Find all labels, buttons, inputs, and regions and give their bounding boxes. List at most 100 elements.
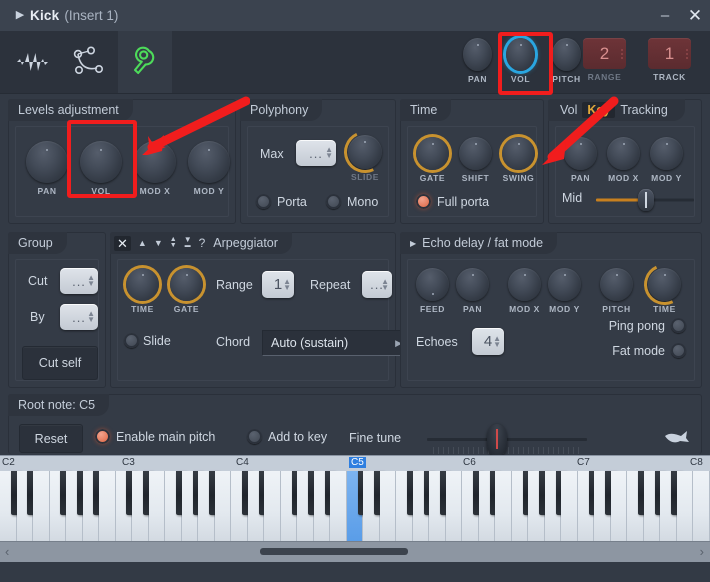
- group-cut-stepper[interactable]: ... ▲ ▼: [60, 268, 98, 294]
- toolbar-pan-knob[interactable]: PAN: [463, 38, 492, 84]
- cut-self-button[interactable]: Cut self: [22, 346, 98, 380]
- piano-key-e4[interactable]: [264, 471, 281, 541]
- keytracking-modx-knob[interactable]: MOD X: [607, 137, 640, 183]
- hand-pointer-icon[interactable]: [663, 425, 691, 454]
- levels-body: PAN VOL MOD X MOD Y: [9, 122, 235, 223]
- keytracking-mody-knob[interactable]: MOD Y: [650, 137, 683, 183]
- piano-key-e5[interactable]: [379, 471, 397, 541]
- piano-keyboard[interactable]: [0, 471, 710, 541]
- minimize-button[interactable]: –: [650, 0, 680, 31]
- slider-handle[interactable]: [638, 189, 654, 211]
- arp-off-icon[interactable]: ✕: [114, 235, 131, 251]
- levels-pan-knob[interactable]: PAN: [26, 141, 68, 196]
- octave-label-c3: C3: [122, 457, 135, 468]
- arp-updown-icon[interactable]: ▲ ▼: [170, 236, 177, 249]
- track-field[interactable]: 1 TRACK: [648, 38, 691, 82]
- reset-button[interactable]: Reset: [19, 424, 83, 453]
- echo-modx-knob[interactable]: MOD X: [508, 268, 541, 314]
- time-shift-knob[interactable]: SHIFT: [459, 137, 492, 183]
- wrench-icon[interactable]: [118, 31, 172, 93]
- piano-key-e3[interactable]: [148, 471, 166, 541]
- arp-time-label: TIME: [131, 304, 154, 314]
- add-to-key-toggle[interactable]: Add to key: [247, 429, 327, 444]
- waveform-icon[interactable]: [6, 31, 60, 93]
- chevron-right-icon[interactable]: ›: [700, 544, 704, 559]
- piano-key-b6[interactable]: [561, 471, 578, 541]
- stepper-dots-icon: [621, 48, 623, 59]
- keytracking-slider[interactable]: [596, 189, 694, 211]
- piano-key-e6[interactable]: [495, 471, 512, 541]
- fat-mode-toggle[interactable]: Fat mode: [612, 343, 686, 358]
- fat-mode-label: Fat mode: [612, 343, 665, 358]
- piano-key-b3[interactable]: [214, 471, 232, 541]
- arp-updown-bounce-icon[interactable]: ▼ ▬: [184, 236, 192, 250]
- porta-toggle[interactable]: Porta: [256, 194, 307, 209]
- group-cut-label: Cut: [28, 274, 48, 288]
- fine-tune-slider[interactable]: [427, 423, 587, 457]
- scrollbar-thumb[interactable]: [260, 548, 408, 555]
- piano-key-b4[interactable]: [330, 471, 347, 541]
- expand-arrow-icon[interactable]: ▶: [10, 10, 30, 21]
- piano-key-e2[interactable]: [33, 471, 50, 541]
- echo-mody-knob[interactable]: MOD Y: [548, 268, 581, 314]
- toolbar-pitch-knob[interactable]: PITCH: [552, 38, 581, 84]
- tab-vol[interactable]: Vol: [555, 102, 582, 118]
- echo-expand-icon[interactable]: ▶: [410, 239, 416, 248]
- time-shift-label: SHIFT: [461, 173, 490, 183]
- keyboard-scrollbar[interactable]: ‹ ›: [0, 541, 710, 562]
- time-gate-knob[interactable]: GATE: [416, 137, 449, 183]
- piano-key-e7[interactable]: [610, 471, 628, 541]
- arp-random-icon[interactable]: ?: [199, 236, 206, 250]
- group-by-stepper[interactable]: ... ▲ ▼: [60, 304, 98, 330]
- toolbar-vol-knob[interactable]: VOL: [506, 38, 535, 84]
- echo-pitch-knob[interactable]: PITCH: [600, 268, 633, 314]
- arp-up-icon[interactable]: ▲: [138, 238, 147, 248]
- time-swing-knob[interactable]: SWING: [502, 137, 535, 183]
- echoes-stepper[interactable]: 4 ▲ ▼: [472, 328, 504, 355]
- arp-range-stepper[interactable]: 1 ▲ ▼: [262, 271, 294, 298]
- arp-chord-select[interactable]: Auto (sustain) ▶: [262, 330, 410, 356]
- arp-repeat-stepper[interactable]: ... ▲ ▼: [362, 271, 392, 298]
- stepper-arrows-icon: ▲ ▼: [87, 309, 95, 324]
- full-porta-toggle[interactable]: Full porta: [416, 194, 489, 209]
- echo-pan-knob[interactable]: PAN: [456, 268, 489, 314]
- close-button[interactable]: ✕: [680, 0, 710, 31]
- chevron-left-icon[interactable]: ‹: [5, 544, 9, 559]
- arpeggiator-header: ✕ ▲ ▼ ▲ ▼ ▼ ▬ ? Arpeggiator: [110, 232, 292, 254]
- arp-gate-knob[interactable]: GATE: [170, 268, 203, 314]
- porta-label: Porta: [277, 194, 307, 209]
- envelope-icon[interactable]: [62, 31, 116, 93]
- polyphony-max-stepper[interactable]: ... ▲ ▼: [296, 140, 336, 166]
- arp-down-icon[interactable]: ▼: [154, 238, 163, 248]
- echo-feed-knob[interactable]: FEED: [416, 268, 449, 314]
- levels-vol-knob[interactable]: VOL: [80, 141, 122, 196]
- arp-slide-toggle[interactable]: Slide: [124, 333, 171, 348]
- time-body: GATE SHIFT SWING Full porta: [401, 122, 543, 223]
- fine-tune-track: [427, 438, 587, 441]
- arp-time-knob[interactable]: TIME: [126, 268, 159, 314]
- piano-key-b7[interactable]: [676, 471, 694, 541]
- mono-toggle[interactable]: Mono: [326, 194, 378, 209]
- pitch-range-field[interactable]: 2 RANGE: [583, 38, 626, 82]
- piano-key-b5[interactable]: [445, 471, 463, 541]
- ping-pong-toggle[interactable]: Ping pong: [609, 318, 686, 333]
- tab-tracking[interactable]: Tracking: [615, 102, 672, 118]
- polyphony-slide-knob[interactable]: SLIDE: [348, 135, 382, 182]
- echo-header: ▶ Echo delay / fat mode: [400, 232, 558, 254]
- levels-modx-knob[interactable]: MOD X: [134, 141, 176, 196]
- fine-tune-handle[interactable]: [487, 424, 507, 456]
- arp-range-value: 1: [273, 276, 283, 293]
- time-swing-label: SWING: [502, 173, 535, 183]
- porta-led-icon: [256, 194, 271, 209]
- levels-mody-knob[interactable]: MOD Y: [188, 141, 230, 196]
- enable-main-pitch-toggle[interactable]: Enable main pitch: [95, 429, 215, 444]
- piano-key-c8[interactable]: [693, 471, 710, 541]
- rootnote-title: Root note: C5: [8, 394, 110, 416]
- polyphony-panel: Polyphony Max ... ▲ ▼ SLIDE Porta Mono: [240, 99, 396, 224]
- echo-time-knob[interactable]: TIME: [648, 268, 681, 314]
- window-controls: – ✕: [650, 0, 710, 31]
- piano-key-b2[interactable]: [99, 471, 116, 541]
- tab-key[interactable]: Key: [582, 102, 616, 118]
- keytracking-pan-knob[interactable]: PAN: [564, 137, 597, 183]
- echo-title: Echo delay / fat mode: [422, 236, 544, 250]
